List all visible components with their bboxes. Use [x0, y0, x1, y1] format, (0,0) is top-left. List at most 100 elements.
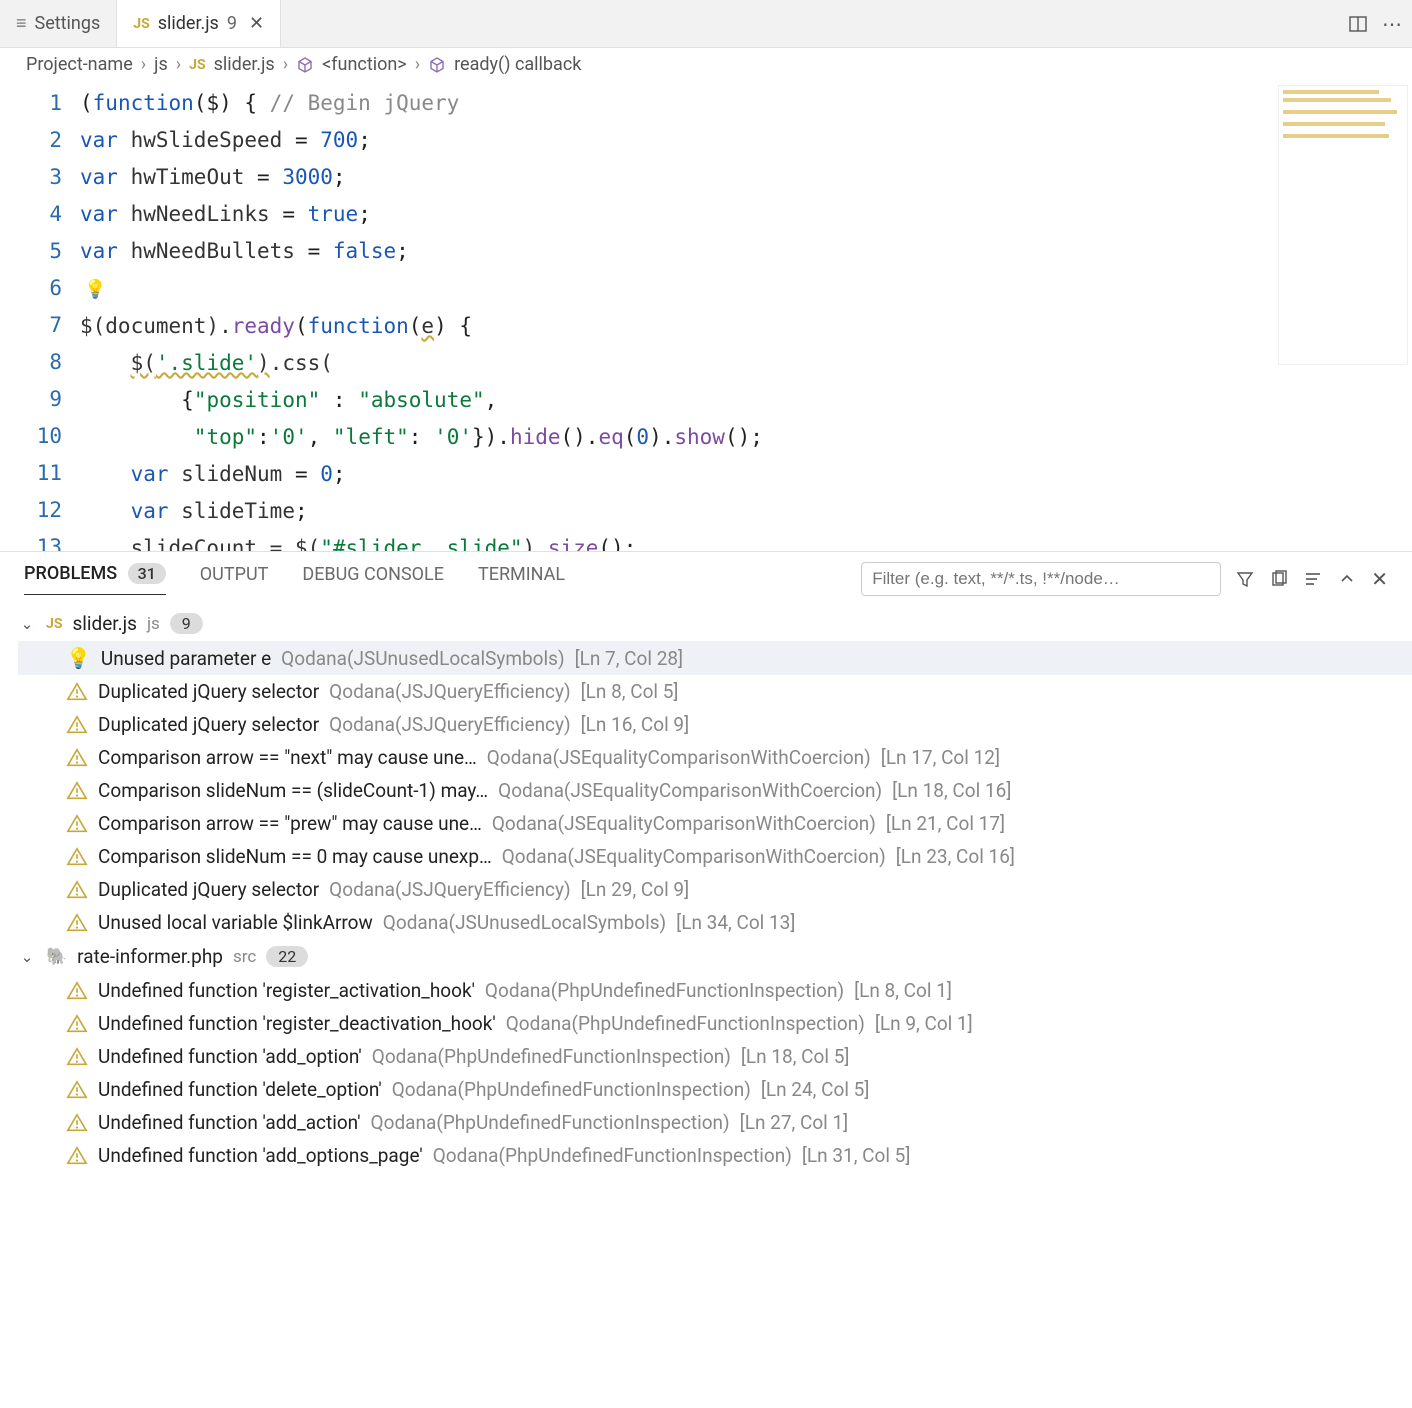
chevron-down-icon[interactable]: ⌄ — [18, 948, 36, 966]
problem-row[interactable]: Comparison arrow == "next" may cause une… — [18, 741, 1412, 774]
file-group-header[interactable]: ⌄JSslider.js js 9 — [18, 606, 1412, 641]
warning-icon — [66, 780, 88, 802]
problem-row[interactable]: Undefined function 'register_activation_… — [18, 974, 1412, 1007]
tab-label: slider.js — [158, 13, 219, 34]
folder-label: js — [147, 614, 160, 634]
problem-row[interactable]: Unused local variable $linkArrow Qodana(… — [18, 906, 1412, 939]
warning-icon — [66, 747, 88, 769]
warning-icon — [66, 1079, 88, 1101]
problem-message: Undefined function 'register_deactivatio… — [98, 1012, 496, 1035]
problem-count-badge: 9 — [170, 613, 203, 634]
tab-settings[interactable]: ≡ Settings — [0, 0, 117, 47]
problem-location: [Ln 23, Col 16] — [896, 845, 1015, 868]
problem-source: Qodana(JSEqualityComparisonWithCoercion) — [487, 746, 871, 769]
warning-icon — [66, 1046, 88, 1068]
split-editor-icon[interactable] — [1348, 14, 1368, 34]
tab-output[interactable]: OUTPUT — [200, 564, 269, 595]
problem-location: [Ln 34, Col 13] — [676, 911, 795, 934]
warning-icon — [66, 1112, 88, 1134]
problem-row[interactable]: Duplicated jQuery selector Qodana(JSJQue… — [18, 708, 1412, 741]
problem-message: Undefined function 'add_options_page' — [98, 1144, 423, 1167]
problem-source: Qodana(PhpUndefinedFunctionInspection) — [371, 1111, 730, 1134]
problem-location: [Ln 27, Col 1] — [740, 1111, 849, 1134]
collapse-all-icon[interactable] — [1303, 569, 1323, 589]
problem-source: Qodana(PhpUndefinedFunctionInspection) — [392, 1078, 751, 1101]
problem-location: [Ln 9, Col 1] — [875, 1012, 973, 1035]
problem-source: Qodana(JSEqualityComparisonWithCoercion) — [502, 845, 886, 868]
problem-message: Undefined function 'add_option' — [98, 1045, 362, 1068]
problem-source: Qodana(JSUnusedLocalSymbols) — [281, 647, 564, 670]
filter-icon[interactable] — [1235, 569, 1255, 589]
problem-message: Undefined function 'delete_option' — [98, 1078, 382, 1101]
problem-source: Qodana(JSJQueryEfficiency) — [329, 680, 570, 703]
close-panel-icon[interactable]: ✕ — [1371, 567, 1388, 591]
problem-row[interactable]: Undefined function 'add_options_page' Qo… — [18, 1139, 1412, 1172]
panel-tabs: PROBLEMS 31 OUTPUT DEBUG CONSOLE TERMINA… — [0, 552, 1412, 596]
problem-location: [Ln 21, Col 17] — [886, 812, 1005, 835]
more-icon[interactable]: ⋯ — [1382, 12, 1402, 36]
js-icon: JS — [189, 57, 205, 73]
breadcrumb-folder[interactable]: js — [154, 54, 168, 75]
problem-row[interactable]: Undefined function 'delete_option' Qodan… — [18, 1073, 1412, 1106]
warning-icon — [66, 846, 88, 868]
problem-row[interactable]: Undefined function 'add_action' Qodana(P… — [18, 1106, 1412, 1139]
problem-row[interactable]: Duplicated jQuery selector Qodana(JSJQue… — [18, 873, 1412, 906]
panel-actions: ✕ — [861, 562, 1388, 596]
problem-count-badge: 22 — [266, 946, 308, 967]
problem-message: Unused parameter e — [101, 647, 271, 670]
warning-icon — [66, 1145, 88, 1167]
problem-row[interactable]: Duplicated jQuery selector Qodana(JSJQue… — [18, 675, 1412, 708]
chevron-right-icon: › — [415, 54, 420, 75]
problem-row[interactable]: Comparison arrow == "prew" may cause une… — [18, 807, 1412, 840]
tab-debug-console[interactable]: DEBUG CONSOLE — [302, 564, 444, 595]
warning-icon — [66, 980, 88, 1002]
problem-source: Qodana(JSUnusedLocalSymbols) — [383, 911, 666, 934]
tabbar-actions: ⋯ — [1338, 0, 1412, 47]
problem-row[interactable]: Comparison slideNum == (slideCount-1) ma… — [18, 774, 1412, 807]
editor[interactable]: 12345678910111213 (function($) { // Begi… — [0, 81, 1412, 551]
line-gutter: 12345678910111213 — [0, 81, 80, 551]
chevron-right-icon: › — [283, 54, 288, 75]
minimap[interactable] — [1278, 85, 1408, 365]
breadcrumb-function[interactable]: <function> — [322, 54, 407, 75]
chevron-down-icon[interactable]: ⌄ — [18, 615, 36, 633]
warning-icon — [66, 681, 88, 703]
folder-label: src — [233, 947, 256, 967]
problem-message: Comparison arrow == "prew" may cause une… — [98, 812, 482, 835]
breadcrumb-project[interactable]: Project-name — [26, 54, 133, 75]
chevron-up-icon[interactable] — [1337, 569, 1357, 589]
code-area[interactable]: (function($) { // Begin jQueryvar hwSlid… — [80, 81, 1412, 551]
close-icon[interactable]: ✕ — [249, 13, 264, 34]
problem-message: Comparison slideNum == (slideCount-1) ma… — [98, 779, 488, 802]
tab-slider-js[interactable]: JS slider.js 9 ✕ — [117, 0, 281, 47]
php-icon: 🐘 — [46, 947, 67, 967]
problem-location: [Ln 8, Col 1] — [854, 979, 952, 1002]
copy-icon[interactable] — [1269, 569, 1289, 589]
file-name: slider.js — [72, 612, 137, 635]
hint-icon: 💡 — [66, 646, 91, 670]
breadcrumb: Project-name › js › JS slider.js › <func… — [0, 48, 1412, 81]
filter-input[interactable] — [861, 562, 1221, 596]
breadcrumb-callback[interactable]: ready() callback — [454, 54, 581, 75]
problem-row[interactable]: 💡 Unused parameter e Qodana(JSUnusedLocal… — [18, 641, 1412, 675]
problem-message: Comparison slideNum == 0 may cause unexp… — [98, 845, 492, 868]
tab-problems[interactable]: PROBLEMS 31 — [24, 563, 166, 595]
dirty-indicator: 9 — [227, 13, 237, 34]
warning-icon — [66, 912, 88, 934]
problem-row[interactable]: Undefined function 'add_option' Qodana(P… — [18, 1040, 1412, 1073]
problem-location: [Ln 7, Col 28] — [575, 647, 684, 670]
problem-row[interactable]: Undefined function 'register_deactivatio… — [18, 1007, 1412, 1040]
tab-terminal[interactable]: TERMINAL — [478, 564, 565, 595]
file-group-header[interactable]: ⌄ 🐘 rate-informer.php src 22 — [18, 939, 1412, 974]
chevron-right-icon: › — [141, 54, 146, 75]
chevron-right-icon: › — [176, 54, 181, 75]
warning-icon — [66, 879, 88, 901]
problem-row[interactable]: Comparison slideNum == 0 may cause unexp… — [18, 840, 1412, 873]
breadcrumb-file[interactable]: slider.js — [214, 54, 275, 75]
function-icon — [428, 56, 446, 74]
problem-message: Unused local variable $linkArrow — [98, 911, 373, 934]
file-name: rate-informer.php — [77, 945, 223, 968]
problem-location: [Ln 16, Col 9] — [581, 713, 690, 736]
problems-list[interactable]: ⌄JSslider.js js 9 💡 Unused parameter e Qod… — [0, 596, 1412, 1408]
tab-label: Settings — [35, 13, 101, 34]
